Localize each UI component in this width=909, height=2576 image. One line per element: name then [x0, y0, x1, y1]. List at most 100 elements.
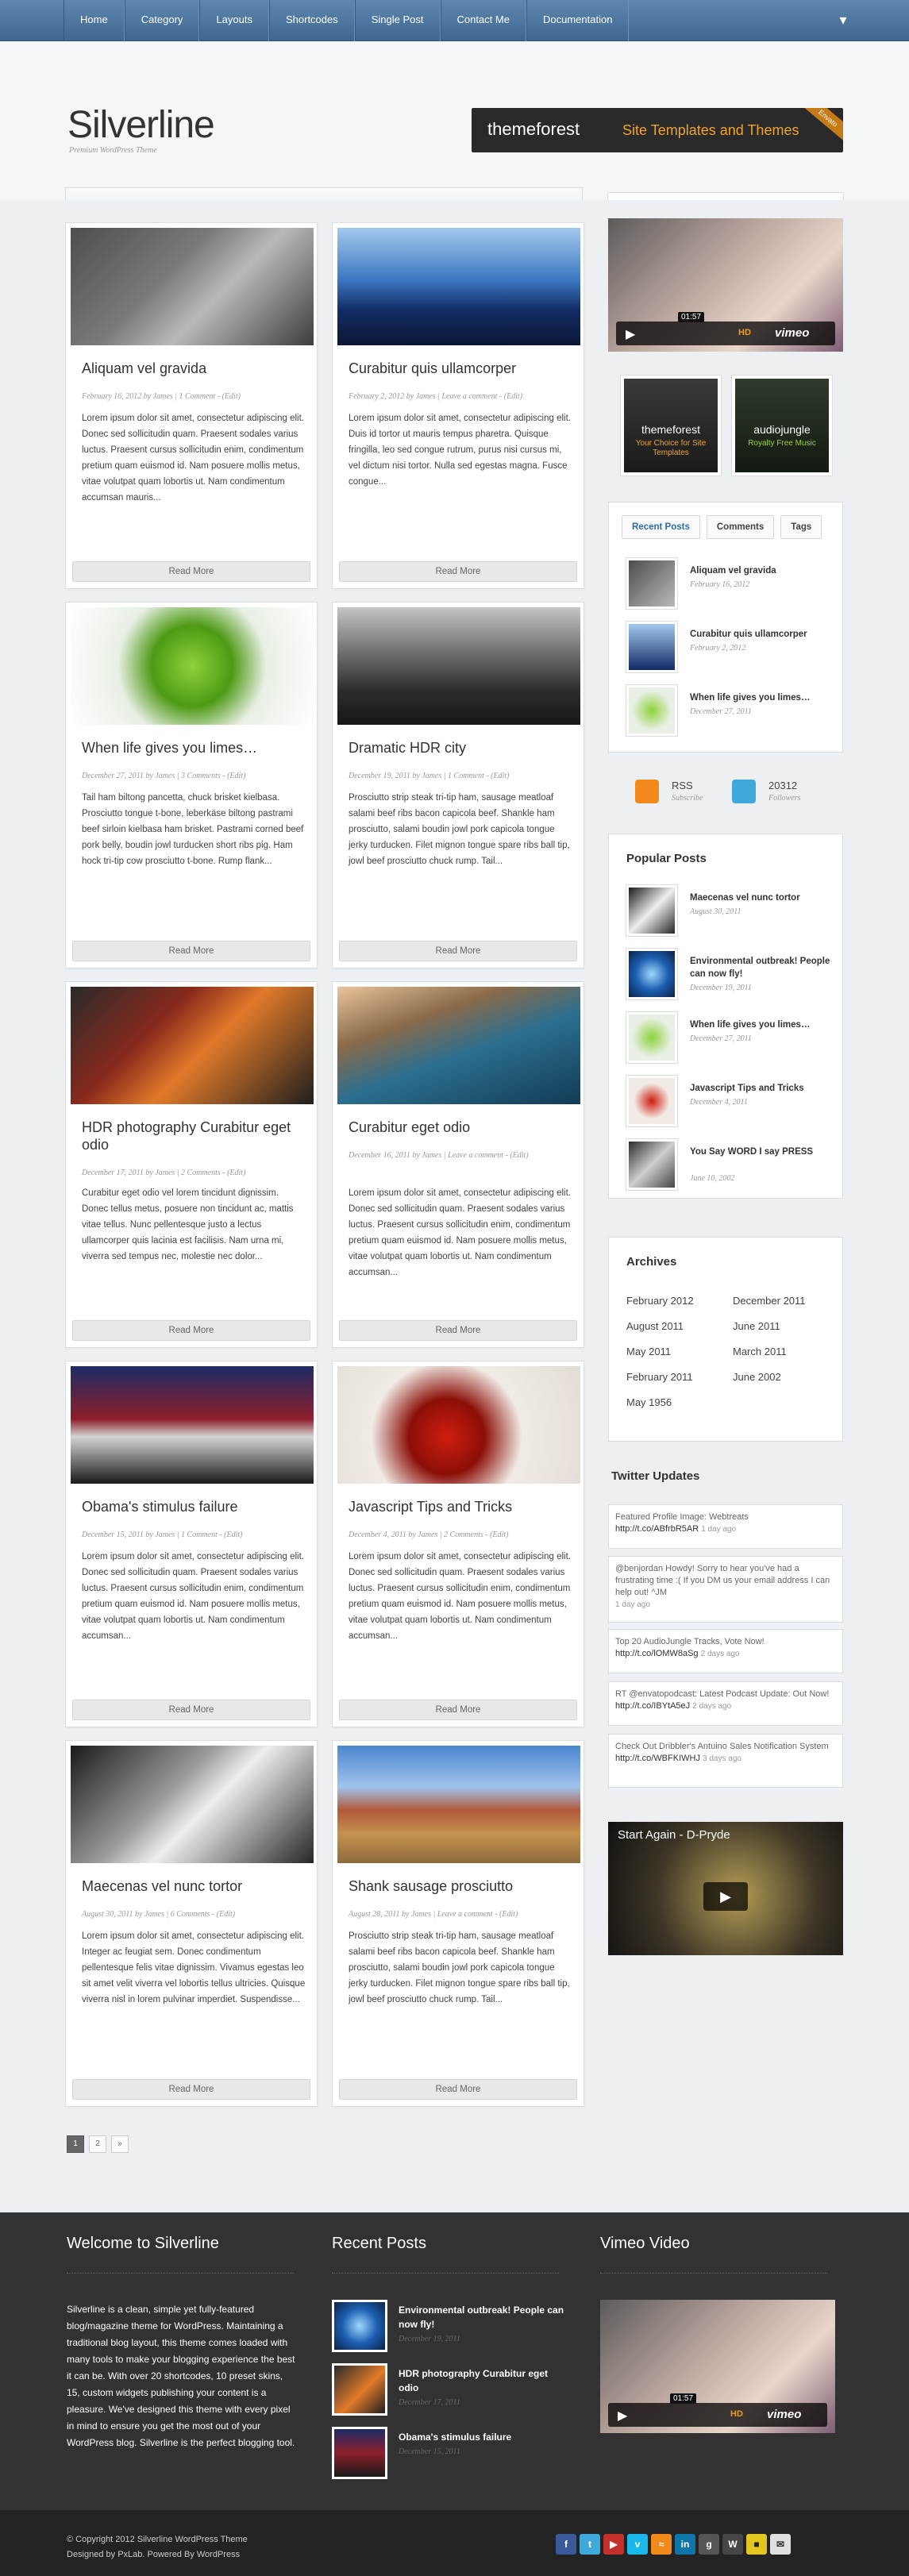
- tab-tags[interactable]: Tags: [780, 515, 822, 539]
- youtube-icon[interactable]: ▶: [603, 2534, 624, 2555]
- nav-home[interactable]: Home: [64, 0, 125, 41]
- archive-link[interactable]: June 2011: [733, 1320, 780, 1332]
- tweet-link[interactable]: http://t.co/WBFKIWHJ: [615, 1754, 700, 1763]
- video-title[interactable]: Start Again - D-Pryde: [618, 1828, 730, 1842]
- recent-post-title[interactable]: When life gives you limes…: [690, 691, 833, 704]
- delicious-icon[interactable]: ■: [746, 2534, 767, 2555]
- post-title[interactable]: Dramatic HDR city: [349, 739, 571, 757]
- twitter-counter[interactable]: 20312 Followers: [732, 778, 835, 810]
- page-1-button[interactable]: 1: [67, 2135, 84, 2153]
- hd-badge[interactable]: HD: [730, 2409, 743, 2419]
- read-more-button[interactable]: Read More: [72, 941, 310, 961]
- credits-text[interactable]: Designed by PxLab. Powered By WordPress: [67, 2547, 248, 2563]
- post-thumbnail[interactable]: [337, 228, 580, 345]
- site-logo[interactable]: Silverline: [67, 103, 215, 147]
- post-thumbnail[interactable]: [337, 1366, 580, 1484]
- post-thumbnail[interactable]: [71, 607, 314, 725]
- popular-post-title[interactable]: When life gives you limes…: [690, 1018, 833, 1031]
- archive-link[interactable]: May 1956: [626, 1396, 672, 1408]
- archive-link[interactable]: June 2002: [733, 1371, 781, 1383]
- popular-post-item[interactable]: Maecenas vel nunc tortor August 30, 2011: [626, 885, 833, 938]
- nav-shortcodes[interactable]: Shortcodes: [268, 0, 355, 41]
- popular-post-item[interactable]: Environmental outbreak! People can now f…: [626, 949, 833, 1001]
- vimeo-logo[interactable]: vimeo: [775, 326, 809, 340]
- post-thumbnail[interactable]: [71, 228, 314, 345]
- tweet-time[interactable]: 2 days ago: [692, 1702, 731, 1711]
- nav-category[interactable]: Category: [124, 0, 200, 41]
- post-title[interactable]: Aliquam vel gravida: [82, 360, 304, 377]
- vimeo-icon[interactable]: v: [627, 2534, 648, 2555]
- post-thumbnail[interactable]: [337, 607, 580, 725]
- post-thumbnail[interactable]: [71, 987, 314, 1104]
- tab-recent-posts[interactable]: Recent Posts: [622, 515, 700, 539]
- nav-single-post[interactable]: Single Post: [354, 0, 441, 41]
- tweet-time[interactable]: 1 day ago: [701, 1525, 736, 1534]
- footer-recent-item[interactable]: Obama's stimulus failure December 15, 20…: [332, 2427, 570, 2479]
- post-title[interactable]: Maecenas vel nunc tortor: [82, 1877, 304, 1895]
- page-2-button[interactable]: 2: [89, 2135, 106, 2153]
- post-thumbnail[interactable]: [337, 987, 580, 1104]
- tweet-time[interactable]: 1 day ago: [615, 1600, 650, 1609]
- themeforest-ad[interactable]: themeforest Your Choice for Site Templat…: [621, 375, 721, 476]
- recent-post-item[interactable]: Curabitur quis ullamcorper February 2, 2…: [626, 622, 833, 674]
- post-title[interactable]: Curabitur eget odio: [349, 1119, 571, 1136]
- tweet-link[interactable]: http://t.co/ABfrbR5AR: [615, 1524, 699, 1534]
- footer-recent-item[interactable]: HDR photography Curabitur eget odio Dece…: [332, 2363, 570, 2416]
- popular-post-item[interactable]: When life gives you limes… December 27, …: [626, 1012, 833, 1065]
- popular-post-title[interactable]: You Say WORD I say PRESS: [690, 1146, 833, 1158]
- audiojungle-ad[interactable]: audiojungle Royalty Free Music: [732, 375, 832, 476]
- post-thumbnail[interactable]: [71, 1746, 314, 1863]
- next-page-button[interactable]: »: [111, 2135, 129, 2153]
- chevron-down-icon[interactable]: ▾: [833, 10, 853, 30]
- tweet-link[interactable]: http://t.co/IBYtA5eJ: [615, 1701, 690, 1711]
- post-title[interactable]: Javascript Tips and Tricks: [349, 1498, 571, 1515]
- rss-icon[interactable]: ≈: [651, 2534, 672, 2555]
- linkedin-icon[interactable]: in: [675, 2534, 695, 2555]
- read-more-button[interactable]: Read More: [72, 561, 310, 582]
- play-icon[interactable]: ▶: [626, 326, 635, 342]
- read-more-button[interactable]: Read More: [339, 2079, 577, 2100]
- play-icon[interactable]: ▶: [703, 1882, 748, 1911]
- tab-comments[interactable]: Comments: [706, 515, 775, 539]
- post-title[interactable]: HDR photography Curabitur eget odio: [82, 1119, 304, 1153]
- footer-video-player[interactable]: ▶ 01:57 HD vimeo: [600, 2300, 835, 2433]
- footer-recent-item[interactable]: Environmental outbreak! People can now f…: [332, 2300, 570, 2352]
- nav-contact-me[interactable]: Contact Me: [440, 0, 526, 41]
- rss-counter[interactable]: RSS Subscribe: [635, 778, 730, 810]
- read-more-button[interactable]: Read More: [339, 1700, 577, 1720]
- wordpress-icon[interactable]: W: [722, 2534, 743, 2555]
- archive-link[interactable]: March 2011: [733, 1346, 787, 1357]
- post-title[interactable]: Curabitur quis ullamcorper: [349, 360, 571, 377]
- nav-documentation[interactable]: Documentation: [526, 0, 630, 41]
- tweet-link[interactable]: http://t.co/lOMW8aSg: [615, 1649, 699, 1658]
- read-more-button[interactable]: Read More: [339, 561, 577, 582]
- read-more-button[interactable]: Read More: [339, 941, 577, 961]
- nav-layouts[interactable]: Layouts: [199, 0, 269, 41]
- post-title[interactable]: When life gives you limes…: [82, 739, 304, 757]
- play-icon[interactable]: ▶: [618, 2408, 627, 2424]
- archive-link[interactable]: December 2011: [733, 1295, 806, 1307]
- archive-link[interactable]: August 2011: [626, 1320, 684, 1332]
- archive-link[interactable]: February 2012: [626, 1295, 694, 1307]
- youtube-video-player[interactable]: Start Again - D-Pryde ▶: [608, 1822, 843, 1955]
- post-title[interactable]: Obama's stimulus failure: [82, 1498, 304, 1515]
- vimeo-logo[interactable]: vimeo: [767, 2408, 801, 2421]
- popular-post-title[interactable]: Maecenas vel nunc tortor: [690, 891, 833, 904]
- hd-badge[interactable]: HD: [738, 328, 751, 337]
- read-more-button[interactable]: Read More: [72, 1700, 310, 1720]
- footer-recent-post-title[interactable]: Obama's stimulus failure: [399, 2430, 565, 2444]
- popular-post-item[interactable]: You Say WORD I say PRESS June 10, 2002: [626, 1139, 833, 1192]
- popular-post-title[interactable]: Environmental outbreak! People can now f…: [690, 955, 833, 980]
- archive-link[interactable]: May 2011: [626, 1346, 671, 1357]
- recent-post-title[interactable]: Aliquam vel gravida: [690, 564, 833, 577]
- read-more-button[interactable]: Read More: [339, 1320, 577, 1341]
- popular-post-title[interactable]: Javascript Tips and Tricks: [690, 1082, 833, 1095]
- twitter-icon[interactable]: t: [580, 2534, 600, 2555]
- read-more-button[interactable]: Read More: [72, 2079, 310, 2100]
- sidebar-video-player[interactable]: ▶ 01:57 HD vimeo: [608, 218, 843, 352]
- tweet-time[interactable]: 3 days ago: [703, 1754, 741, 1763]
- post-title[interactable]: Shank sausage prosciutto: [349, 1877, 571, 1895]
- read-more-button[interactable]: Read More: [72, 1320, 310, 1341]
- tweet-time[interactable]: 2 days ago: [701, 1650, 740, 1658]
- post-thumbnail[interactable]: [71, 1366, 314, 1484]
